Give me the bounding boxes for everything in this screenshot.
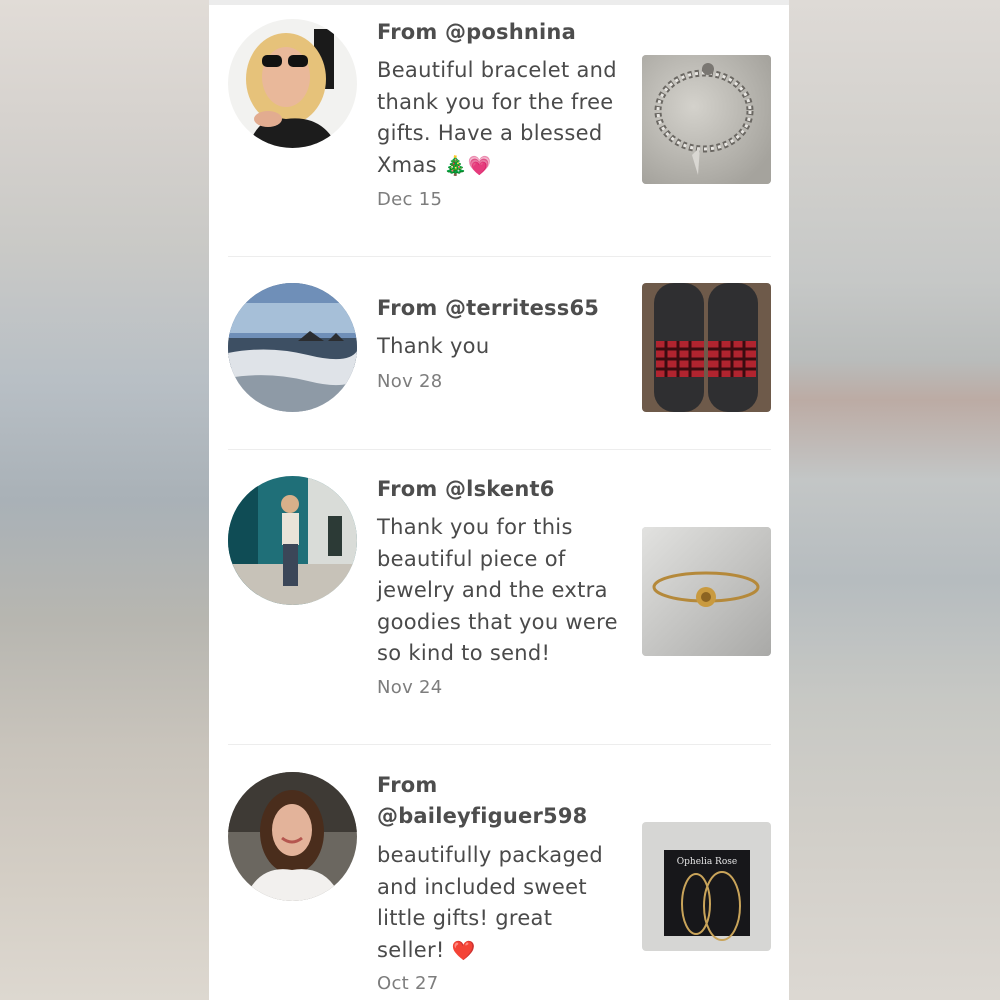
- reviewer-username-text: From @baileyfiguer598: [377, 773, 588, 828]
- review-date: Oct 27: [377, 973, 439, 994]
- blurred-background-right: [789, 0, 1000, 1000]
- item-thumbnail[interactable]: [642, 55, 771, 184]
- reviewer-avatar[interactable]: [228, 476, 357, 605]
- bangle-photo-icon: [642, 527, 771, 656]
- reviewer-username[interactable]: From @poshnina: [377, 17, 576, 48]
- review-date: Nov 28: [377, 371, 443, 392]
- reviewer-username[interactable]: From @lskent6: [377, 474, 555, 505]
- row-divider: [228, 256, 771, 257]
- review-message: beautifully packaged and included sweet …: [377, 840, 625, 967]
- ocean-photo-icon: [228, 283, 357, 412]
- review-date: Dec 15: [377, 189, 443, 210]
- slides-photo-icon: [642, 283, 771, 412]
- reviewer-avatar[interactable]: [228, 19, 357, 148]
- top-divider: [209, 0, 789, 5]
- user-photo-icon: [228, 772, 357, 901]
- reviewer-avatar[interactable]: [228, 283, 357, 412]
- hoop-earrings-photo-icon: Ophelia Rose: [642, 822, 771, 951]
- reviewer-avatar[interactable]: [228, 772, 357, 901]
- christmas-tree-heart-emoji: 🎄💗: [443, 154, 492, 177]
- review-text: Beautiful bracelet and thank you for the…: [377, 58, 617, 177]
- reviewer-username[interactable]: From @baileyfiguer598: [377, 770, 597, 832]
- thumb-brand-label: Ophelia Rose: [677, 857, 737, 867]
- row-divider: [228, 449, 771, 450]
- review-text: beautifully packaged and included sweet …: [377, 843, 603, 962]
- bracelet-photo-icon: [642, 55, 771, 184]
- review-text: Thank you for this beautiful piece of je…: [377, 515, 618, 665]
- reviewer-username[interactable]: From @territess65: [377, 293, 599, 324]
- review-message: Beautiful bracelet and thank you for the…: [377, 55, 625, 182]
- review-text: Thank you: [377, 334, 490, 358]
- item-thumbnail[interactable]: [642, 527, 771, 656]
- review-date: Nov 24: [377, 677, 443, 698]
- red-heart-emoji: ❤️: [451, 939, 476, 962]
- row-divider: [228, 744, 771, 745]
- item-thumbnail[interactable]: [642, 283, 771, 412]
- review-message: Thank you for this beautiful piece of je…: [377, 512, 625, 670]
- item-thumbnail[interactable]: Ophelia Rose: [642, 822, 771, 951]
- user-photo-icon: [228, 19, 357, 148]
- blurred-background-left: [0, 0, 209, 1000]
- love-notes-list: From @poshnina Beautiful bracelet and th…: [209, 0, 789, 1000]
- user-photo-icon: [228, 476, 357, 605]
- review-message: Thank you: [377, 331, 625, 363]
